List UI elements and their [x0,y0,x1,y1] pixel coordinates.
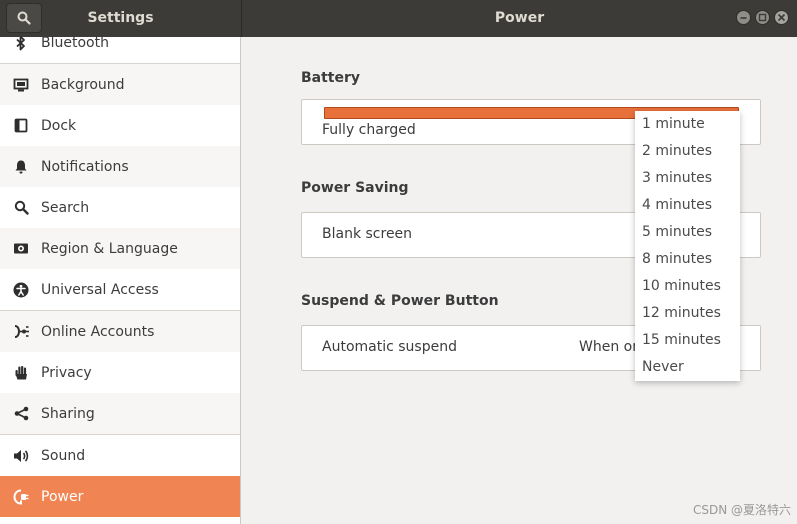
suspend-section-title: Suspend & Power Button [301,293,499,309]
sidebar-item-label: Bluetooth [41,37,109,51]
speaker-icon [12,447,30,465]
header-bar: Settings Power [0,0,797,37]
menu-item-3-minutes[interactable]: 3 minutes [642,165,737,192]
sidebar-item-label: Dock [41,117,77,134]
bell-icon [12,158,30,176]
blank-screen-menu: 1 minute 2 minutes 3 minutes 4 minutes 5… [635,111,740,381]
sidebar-item-label: Search [41,199,90,216]
sidebar-item-sound[interactable]: Sound [0,435,240,476]
share-icon [12,405,30,423]
accessibility-icon [12,281,30,299]
online-accounts-icon [12,323,30,341]
sidebar-item-notifications[interactable]: Notifications [0,146,240,187]
sidebar-item-universal-access[interactable]: Universal Access [0,269,240,310]
sidebar-item-bluetooth[interactable]: Bluetooth [0,37,240,63]
close-icon [777,13,786,22]
dock-icon [12,117,30,135]
menu-item-8-minutes[interactable]: 8 minutes [642,246,737,273]
sidebar-item-online-accounts[interactable]: Online Accounts [0,311,240,352]
search-icon [17,11,31,25]
menu-item-5-minutes[interactable]: 5 minutes [642,219,737,246]
sidebar-item-label: Notifications [41,158,129,175]
minimize-button[interactable] [736,10,751,25]
sidebar-item-label: Background [41,76,125,93]
watermark: CSDN @夏洛特六 [692,503,791,517]
battery-section-title: Battery [301,70,361,86]
settings-sidebar: Bluetooth Background Dock Notifications … [0,37,241,524]
menu-item-never[interactable]: Never [642,354,737,381]
automatic-suspend-label: Automatic suspend [322,339,457,355]
menu-item-2-minutes[interactable]: 2 minutes [642,138,737,165]
automatic-suspend-value: When on [579,339,642,355]
menu-item-10-minutes[interactable]: 10 minutes [642,273,737,300]
maximize-button[interactable] [755,10,770,25]
sidebar-item-privacy[interactable]: Privacy [0,352,240,393]
minimize-icon [740,17,747,19]
blank-screen-label: Blank screen [322,226,413,242]
panel-title: Power [494,10,545,26]
sidebar-item-region-language[interactable]: Region & Language [0,228,240,269]
battery-status: Fully charged [322,122,416,138]
sidebar-item-label: Region & Language [41,240,178,257]
power-plug-icon [12,488,30,506]
bluetooth-icon [12,37,30,52]
close-button[interactable] [774,10,789,25]
search-button[interactable] [6,3,42,33]
background-icon [12,76,30,94]
maximize-icon [758,13,767,22]
menu-item-15-minutes[interactable]: 15 minutes [642,327,737,354]
sidebar-item-label: Power [41,488,84,505]
sidebar-item-label: Online Accounts [41,323,155,340]
hand-icon [12,364,30,382]
sidebar-item-label: Universal Access [41,281,159,298]
sidebar-item-dock[interactable]: Dock [0,105,240,146]
power-saving-section-title: Power Saving [301,180,409,196]
region-icon [12,240,30,258]
window-controls [736,10,789,25]
sidebar-item-power[interactable]: Power [0,476,240,517]
menu-item-1-minute[interactable]: 1 minute [642,111,737,138]
search-icon [12,199,30,217]
sidebar-item-label: Privacy [41,364,92,381]
sidebar-item-label: Sharing [41,405,95,422]
sidebar-item-background[interactable]: Background [0,64,240,105]
sidebar-item-label: Sound [41,447,86,464]
menu-item-12-minutes[interactable]: 12 minutes [642,300,737,327]
sidebar-item-sharing[interactable]: Sharing [0,393,240,434]
menu-item-4-minutes[interactable]: 4 minutes [642,192,737,219]
sidebar-item-search[interactable]: Search [0,187,240,228]
